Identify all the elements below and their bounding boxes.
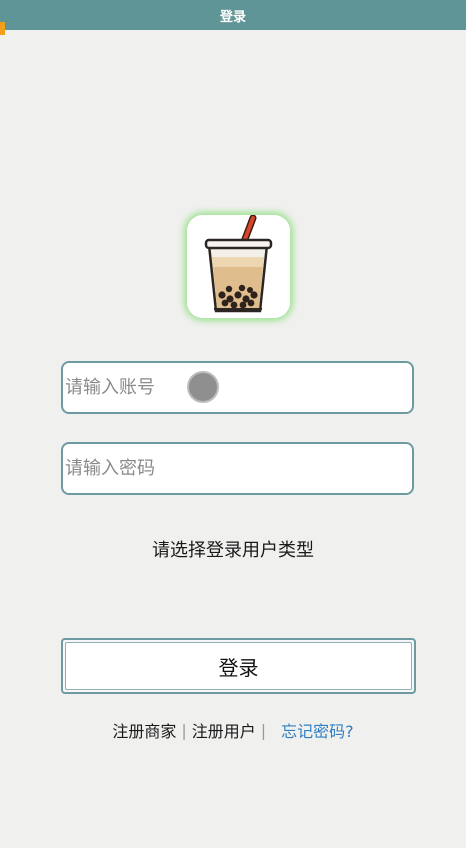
link-separator: |: [181, 720, 187, 740]
bubble-tea-icon: [187, 215, 290, 318]
page-title: 登录: [219, 9, 246, 25]
password-input[interactable]: [63, 444, 412, 493]
login-button[interactable]: 登录: [61, 638, 416, 694]
header-bar: 登录: [0, 0, 466, 30]
account-input[interactable]: [63, 363, 412, 412]
touch-indicator: [187, 371, 219, 403]
account-field[interactable]: [61, 361, 414, 414]
login-button-label: 登录: [65, 642, 412, 690]
footer-links: 注册商家 | 注册用户 | 忘记密码?: [0, 718, 466, 742]
register-user-link[interactable]: 注册用户: [192, 718, 256, 742]
register-merchant-link[interactable]: 注册商家: [112, 718, 176, 742]
user-type-selector[interactable]: 请选择登录用户类型: [0, 536, 466, 562]
link-separator: |: [260, 720, 267, 740]
corner-marker: [0, 22, 5, 35]
app-logo: [187, 215, 290, 318]
password-field[interactable]: [61, 442, 414, 495]
forgot-password-link[interactable]: 忘记密码?: [281, 718, 354, 742]
